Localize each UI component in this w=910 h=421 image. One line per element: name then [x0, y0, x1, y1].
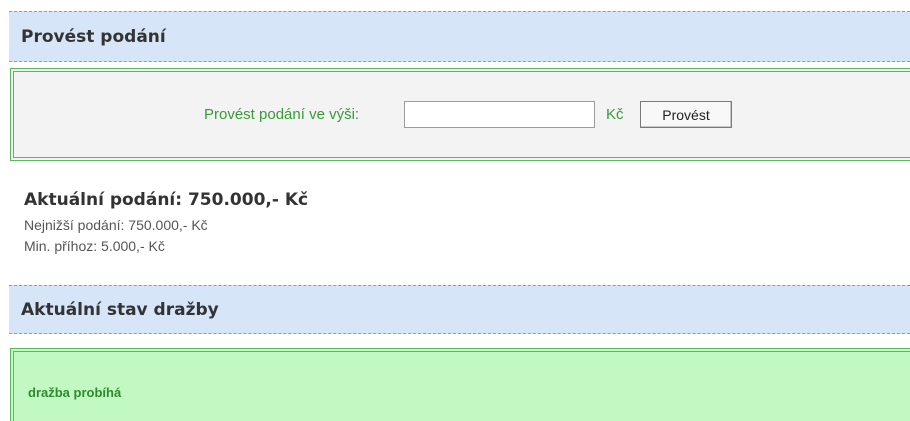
auction-status-title: Aktuální stav dražby [21, 299, 219, 320]
current-bid: Aktuální podání: 750.000,- Kč [24, 190, 309, 210]
bid-amount-label: Provést podání ve výši: [204, 106, 360, 123]
bid-section-header: Provést podání [9, 11, 910, 62]
submit-bid-button[interactable]: Provést [640, 101, 732, 128]
bid-amount-input[interactable] [404, 101, 595, 128]
currency-label: Kč [606, 106, 624, 123]
lowest-bid: Nejnižší podání: 750.000,- Kč [24, 217, 208, 233]
auction-status-box: dražba probíhá [10, 348, 910, 421]
bid-form: Provést podání ve výši: Kč Provést [10, 68, 910, 161]
minimum-increment: Min. příhoz: 5.000,- Kč [24, 238, 165, 254]
auction-status-header: Aktuální stav dražby [9, 285, 910, 334]
auction-status-text: dražba probíhá [28, 385, 122, 400]
bid-section-title: Provést podání [21, 26, 166, 47]
